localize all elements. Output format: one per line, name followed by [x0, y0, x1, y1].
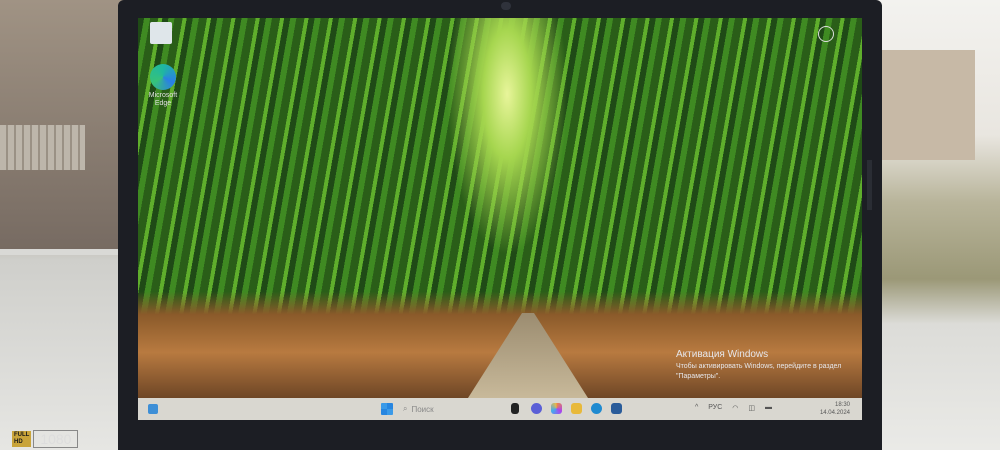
screen: Microsoft Edge Активация Windows Чтобы а…	[138, 18, 862, 420]
clock-time: 18:30	[834, 402, 850, 408]
badge-full: FULL	[14, 432, 30, 438]
activation-subtitle: Чтобы активировать Windows, перейдите в …	[676, 363, 842, 380]
bezel-edge	[867, 160, 872, 210]
volume-icon[interactable]: ◫	[748, 404, 755, 412]
clock[interactable]: 18:30 14.04.2024	[820, 401, 850, 417]
room-background-left	[0, 0, 130, 450]
badge-hd: HD	[14, 439, 23, 445]
desktop-wallpaper	[138, 18, 862, 398]
search-icon: ⌕	[403, 404, 408, 413]
loading-icon	[818, 26, 834, 42]
store-icon[interactable]	[611, 403, 622, 414]
laptop: Microsoft Edge Активация Windows Чтобы а…	[118, 0, 882, 450]
webcam	[501, 2, 511, 10]
edge-icon[interactable]	[150, 64, 176, 90]
language-indicator[interactable]: РУС	[708, 404, 722, 412]
chat-icon[interactable]	[531, 403, 542, 414]
windows-start-icon[interactable]	[381, 403, 393, 415]
search-box[interactable]: ⌕ Поиск	[403, 402, 503, 416]
battery-icon[interactable]: ▬	[765, 404, 772, 412]
copilot-icon[interactable]	[551, 403, 562, 414]
resolution-label: 1080	[33, 430, 79, 448]
activation-title: Активация Windows	[676, 349, 769, 360]
full-hd-sticker: FULL HD 1080	[12, 430, 79, 448]
edge-label: Microsoft Edge	[148, 92, 178, 107]
task-view-icon[interactable]	[511, 403, 519, 414]
activation-watermark: Активация Windows Чтобы активировать Win…	[676, 349, 862, 382]
file-explorer-icon[interactable]	[571, 403, 582, 414]
edge-taskbar-icon[interactable]	[591, 403, 602, 414]
chevron-up-icon[interactable]: ^	[695, 404, 698, 412]
taskbar: ⌕ Поиск ^ РУС ◠ ◫ ▬ 18:30 14.04.2024	[138, 398, 862, 420]
system-tray: ^ РУС ◠ ◫ ▬	[695, 404, 772, 412]
room-background-right	[870, 0, 1000, 450]
wifi-icon[interactable]: ◠	[732, 404, 738, 412]
recycle-bin-icon[interactable]	[150, 22, 172, 44]
clock-date: 14.04.2024	[819, 410, 850, 416]
search-placeholder: Поиск	[411, 404, 434, 414]
widgets-icon[interactable]	[148, 404, 158, 414]
